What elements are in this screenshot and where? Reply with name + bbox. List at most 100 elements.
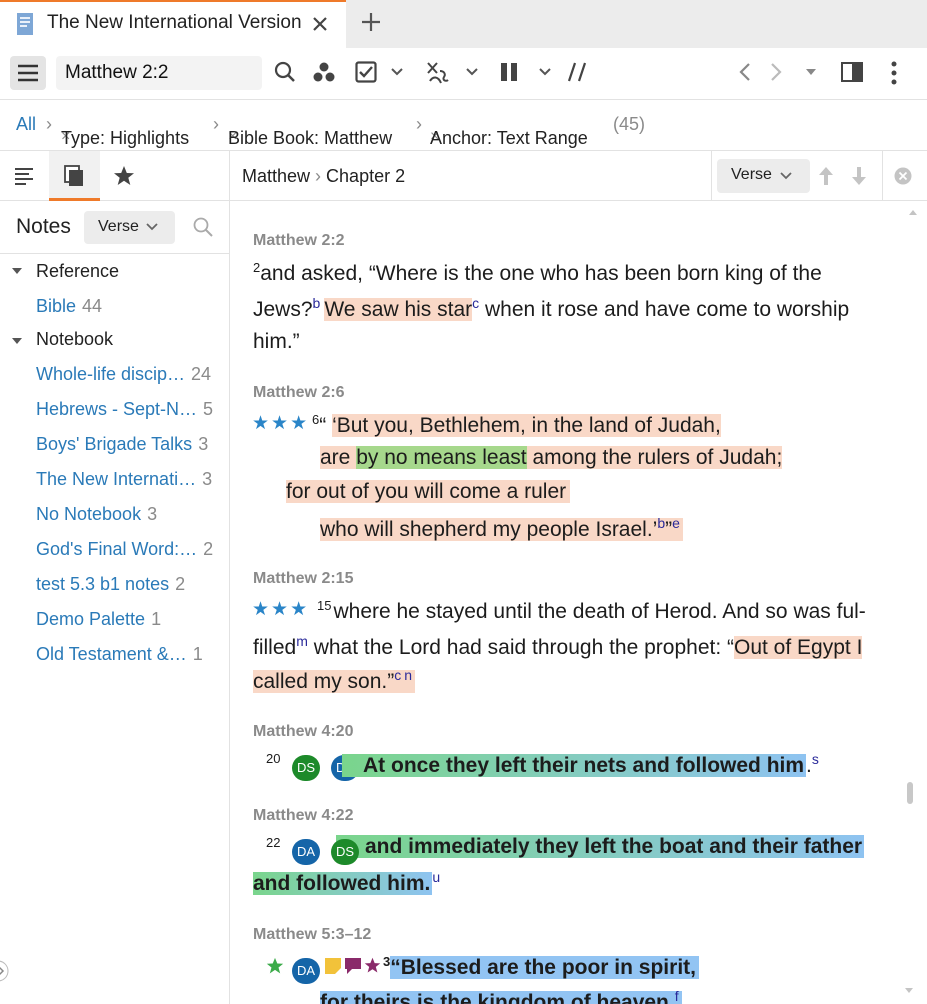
menu-button[interactable] xyxy=(10,56,46,90)
chevron-down-icon[interactable] xyxy=(539,67,551,77)
columns-icon[interactable] xyxy=(500,61,520,83)
arrow-up-icon[interactable] xyxy=(817,165,835,187)
user-badge-da[interactable]: DA xyxy=(292,839,320,865)
search-icon[interactable] xyxy=(193,217,213,237)
footnote-marker[interactable]: b xyxy=(657,515,665,531)
star-icon[interactable] xyxy=(364,957,381,974)
verse-line: called my son.” xyxy=(253,670,395,693)
tree-item-count: 1 xyxy=(192,644,203,664)
back-icon[interactable] xyxy=(737,61,753,83)
rating-stars[interactable]: ★★★ xyxy=(252,412,309,435)
tree-item[interactable]: Old Testament &… 1 xyxy=(36,644,203,665)
list-icon[interactable] xyxy=(14,166,34,186)
close-icon[interactable] xyxy=(310,14,330,34)
main-view-dropdown[interactable]: Verse xyxy=(717,159,810,193)
tree-item[interactable]: The New Internati… 3 xyxy=(36,469,212,490)
expand-arrow-icon[interactable] xyxy=(12,338,22,344)
tree-item[interactable]: Boys' Brigade Talks 3 xyxy=(36,434,208,455)
note-icon[interactable] xyxy=(324,957,342,975)
expand-arrow-icon[interactable] xyxy=(12,268,22,274)
verse-reference[interactable]: Matthew 5:3–12 xyxy=(253,926,371,944)
highlighted-text[interactable]: who will shepherd my people Israel.’b”e xyxy=(320,515,683,541)
verse-line: who will shepherd my people Israel.’ xyxy=(320,518,658,541)
highlighted-text-green[interactable]: by no means least xyxy=(356,446,527,469)
highlighted-text[interactable]: and followed him. xyxy=(253,872,433,895)
scroll-up-icon[interactable] xyxy=(908,208,918,216)
verse-reference[interactable]: Matthew 2:2 xyxy=(253,232,345,250)
tree-item[interactable]: No Notebook 3 xyxy=(36,504,157,525)
tree-item-label: Whole-life discip… xyxy=(36,364,186,384)
tree-item-count: 24 xyxy=(191,364,212,384)
highlighted-text[interactable]: for theirs is the kingdom of heaven.f xyxy=(320,988,682,1004)
clear-icon[interactable] xyxy=(894,167,912,185)
more-options-icon[interactable] xyxy=(889,61,899,85)
tree-item-label: Boys' Brigade Talks xyxy=(36,434,193,454)
verse-number: 20 xyxy=(266,751,281,766)
arrow-down-icon[interactable] xyxy=(850,165,868,187)
breadcrumb-book[interactable]: Matthew xyxy=(242,166,310,186)
tree-item[interactable]: test 5.3 b1 notes 2 xyxy=(36,574,185,595)
user-badge-ds[interactable]: DS xyxy=(292,755,320,781)
verse-text: for out of you will come a ruler xyxy=(286,480,571,504)
tree-item[interactable]: Demo Palette 1 xyxy=(36,609,161,630)
chevron-down-icon[interactable] xyxy=(391,67,403,77)
tree-group-notebook[interactable]: Notebook xyxy=(36,329,113,350)
rating-stars[interactable]: ★★★ xyxy=(252,598,309,621)
user-badge-ds[interactable]: DS xyxy=(331,839,359,865)
tree-item[interactable]: Bible 44 xyxy=(36,296,102,317)
highlighted-text[interactable]: are by no means least among the rulers o… xyxy=(320,446,783,469)
highlighted-text[interactable]: ‘But you, Bethlehem, in the land of Juda… xyxy=(332,414,721,437)
tree-item[interactable]: Whole-life discip… 24 xyxy=(36,364,211,385)
search-icon[interactable] xyxy=(274,61,296,83)
verse-reference[interactable]: Matthew 2:15 xyxy=(253,570,353,588)
checklist-icon[interactable] xyxy=(355,61,377,83)
verse-reference[interactable]: Matthew 4:20 xyxy=(253,723,353,741)
star-icon[interactable] xyxy=(113,165,135,187)
filter-all-link[interactable]: All xyxy=(16,114,36,135)
footnote-marker[interactable]: u xyxy=(432,869,440,885)
history-dropdown-icon[interactable] xyxy=(805,68,817,76)
panel-layout-icon[interactable] xyxy=(841,61,863,83)
tree-group-reference[interactable]: Reference xyxy=(36,261,119,282)
highlighted-text[interactable]: Out of Egypt I xyxy=(734,636,863,659)
footnote-marker[interactable]: m xyxy=(296,633,308,649)
tree-item-count: 3 xyxy=(198,434,209,454)
footnote-marker[interactable]: s xyxy=(812,751,819,767)
footnote-marker[interactable]: c xyxy=(394,667,401,683)
footnote-marker[interactable]: f xyxy=(675,988,679,1004)
highlighted-text[interactable]: “Blessed are the poor in spirit, xyxy=(390,956,699,979)
tree-item[interactable]: God's Final Word:… 2 xyxy=(36,539,213,560)
verse-reference[interactable]: Matthew 4:22 xyxy=(253,807,353,825)
highlighted-text[interactable]: for out of you will come a ruler xyxy=(286,480,571,503)
tree-item-label: No Notebook xyxy=(36,504,142,524)
scrollbar[interactable] xyxy=(907,782,913,804)
tree-item-count: 44 xyxy=(82,296,103,316)
scroll-down-icon[interactable] xyxy=(904,987,914,995)
tab-notes[interactable] xyxy=(49,151,100,201)
verse-line: where he stayed until the death of Herod… xyxy=(333,600,866,623)
notes-view-dropdown[interactable]: Verse xyxy=(84,211,175,244)
user-badge-da[interactable]: DA xyxy=(292,958,320,984)
footnote-marker[interactable]: e xyxy=(672,515,680,531)
footnote-marker[interactable]: n xyxy=(404,667,412,683)
document-tab[interactable]: The New International Version xyxy=(0,0,346,48)
highlighted-text[interactable]: and immediately they left the boat and t… xyxy=(336,835,865,858)
interlinear-icon[interactable] xyxy=(426,61,450,85)
parallel-icon[interactable] xyxy=(567,61,587,83)
chevron-down-icon[interactable] xyxy=(466,67,478,77)
comment-icon[interactable] xyxy=(344,957,362,975)
highlighted-text[interactable]: At once they left their nets and followe… xyxy=(342,754,807,777)
add-tab-icon[interactable] xyxy=(360,11,382,33)
breadcrumb-chapter[interactable]: Chapter 2 xyxy=(326,166,405,186)
footnote-marker[interactable]: b xyxy=(313,295,321,311)
star-icon[interactable] xyxy=(266,957,284,975)
verse-reference[interactable]: Matthew 2:6 xyxy=(253,384,345,402)
tree-item[interactable]: Hebrews - Sept-N… 5 xyxy=(36,399,213,420)
expand-handle-icon[interactable] xyxy=(0,959,14,983)
highlighted-text[interactable]: We saw his star xyxy=(324,298,473,321)
tab-bar: The New International Version xyxy=(0,0,927,48)
forward-icon[interactable] xyxy=(768,61,784,83)
visual-filter-icon[interactable] xyxy=(313,61,335,83)
highlighted-text[interactable]: called my son.”c n xyxy=(253,667,416,693)
reference-input[interactable] xyxy=(56,56,262,90)
